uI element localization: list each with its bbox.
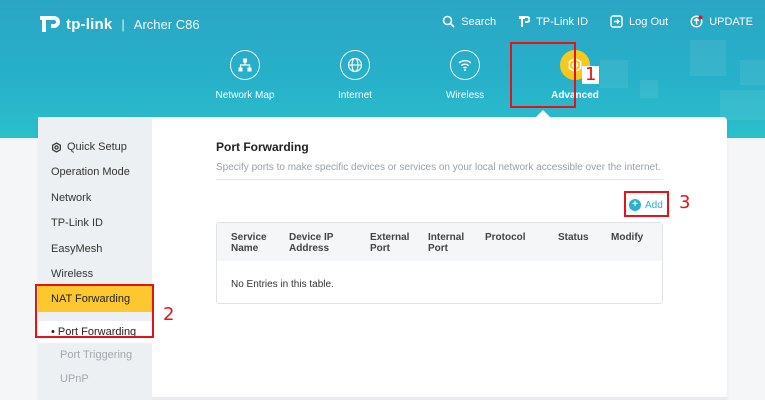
tplink-logo-icon [40,16,60,32]
tplink-id-link[interactable]: TP-Link ID [518,15,588,28]
tab-network-map[interactable]: Network Map [190,50,300,101]
search-link[interactable]: Search [442,15,496,28]
table-empty-message: No Entries in this table. [231,279,334,290]
gear-icon [52,141,61,153]
annotation-number-3: 3 [679,192,691,213]
search-link-label: Search [461,15,497,28]
decor-pixel [690,40,726,76]
tab-internet-label: Internet [338,90,372,101]
column-header-external-port: External Port [370,232,410,254]
network-map-icon [230,50,260,80]
sidebar-item-wireless[interactable]: Wireless [51,268,93,280]
sidebar: Quick Setup Operation Mode Network TP-Li… [38,117,152,400]
top-links: Search TP-Link ID Log Out UPDATE [420,15,753,28]
column-header-modify: Modify [611,232,644,243]
port-forwarding-table: Service Name Device IP Address External Por… [216,222,663,304]
decor-pixel [640,80,658,98]
column-header-device-ip: Device IP Address [289,232,334,254]
page-description: Specify ports to make specific devices o… [216,162,661,173]
annotation-number-1: 1 [582,66,600,84]
annotation-number-2: 2 [163,304,175,325]
column-header-protocol: Protocol [485,232,526,243]
brand-logo[interactable]: tp-link | Archer C86 [38,14,200,34]
sidebar-item-easymesh[interactable]: EasyMesh [51,243,102,255]
sidebar-item-label: Quick Setup [67,141,127,153]
sidebar-item-operation-mode[interactable]: Operation Mode [51,166,130,178]
table-header: Service Name Device IP Address External Por… [217,223,662,261]
page-title: Port Forwarding [216,140,309,154]
tab-wireless-label: Wireless [445,90,485,101]
logout-link[interactable]: Log Out [610,15,668,28]
router-model: Archer C86 [133,16,200,32]
wifi-icon [450,50,480,80]
column-header-status: Status [558,232,589,243]
sidebar-item-quick-setup[interactable]: Quick Setup [51,141,127,153]
logout-icon [610,15,623,28]
sidebar-item-network[interactable]: Network [51,192,91,204]
globe-icon [340,50,370,80]
decor-pixel [740,60,765,85]
decor-pixel [720,90,765,120]
update-link-label: UPDATE [709,15,753,28]
column-header-service-name: Service Name [231,232,267,254]
tplink-id-link-label: TP-Link ID [536,15,589,28]
tab-internet[interactable]: Internet [300,50,410,101]
sidebar-item-tplink-id[interactable]: TP-Link ID [51,217,103,229]
brand-name: tp-link [66,15,113,33]
tab-network-map-label: Network Map [215,90,275,101]
logout-link-label: Log Out [629,15,669,28]
tab-wireless[interactable]: Wireless [410,50,520,101]
column-header-internal-port: Internal Port [428,232,465,254]
annotation-box-nat-forwarding [35,284,154,338]
divider [216,179,663,180]
brand-separator: | [121,16,125,32]
update-icon [690,15,703,28]
port-forwarding-panel: Port Forwarding Specify ports to make sp… [216,140,663,180]
update-link[interactable]: UPDATE [690,15,753,28]
annotation-box-advanced [510,42,576,108]
search-icon [442,15,455,28]
sidebar-subitem-upnp[interactable]: UPnP [60,373,89,385]
sidebar-subitem-port-triggering[interactable]: Port Triggering [60,349,132,361]
annotation-box-add [624,191,669,217]
tplink-id-icon [519,16,531,27]
